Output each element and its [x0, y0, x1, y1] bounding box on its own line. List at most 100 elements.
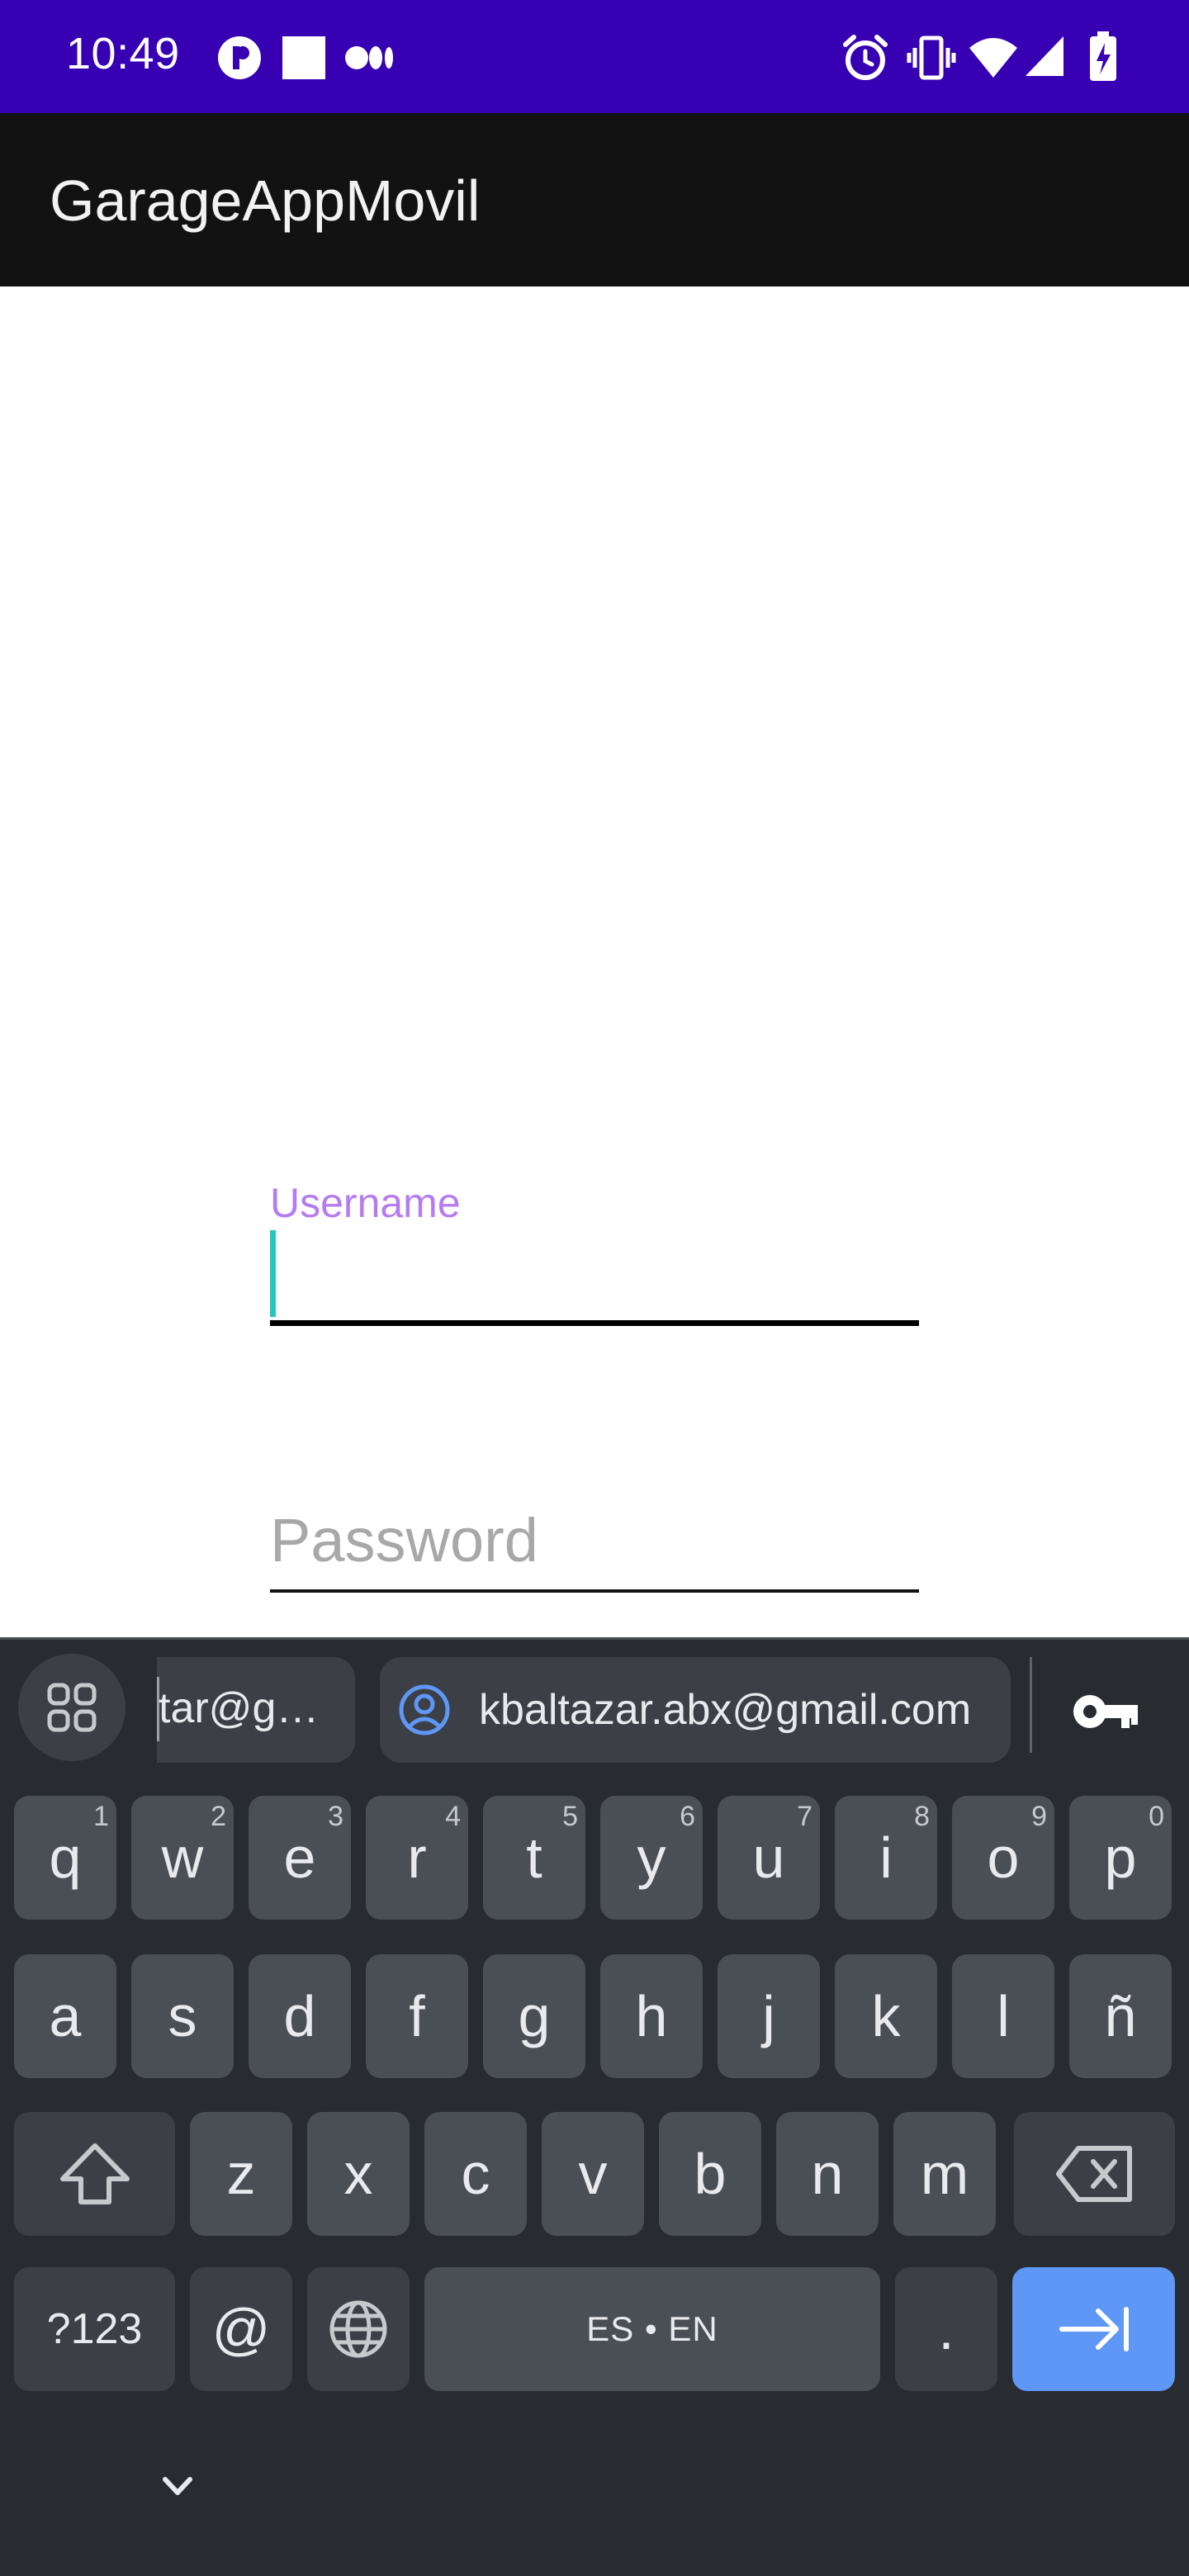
- signal-icon: [1026, 36, 1063, 76]
- backspace-icon: [1055, 2146, 1132, 2202]
- next-key[interactable]: [1012, 2267, 1175, 2391]
- key-q[interactable]: 1q: [14, 1796, 116, 1920]
- shift-icon: [59, 2143, 130, 2204]
- key-s[interactable]: s: [131, 1954, 234, 2078]
- period-key[interactable]: .: [895, 2267, 997, 2391]
- key-label: c: [461, 2142, 490, 2206]
- key-i[interactable]: 8i: [835, 1796, 937, 1920]
- at-key-label: @: [211, 2297, 271, 2361]
- key-label: l: [997, 1984, 1010, 2048]
- username-input[interactable]: [281, 1230, 917, 1317]
- language-key[interactable]: [307, 2267, 410, 2391]
- key-hint: 6: [680, 1801, 695, 1832]
- key-j[interactable]: j: [718, 1954, 820, 2078]
- chevron-down-icon: [163, 2477, 192, 2495]
- key-label: t: [526, 1825, 542, 1890]
- key-label: d: [283, 1984, 316, 2048]
- key-hint: 5: [562, 1801, 578, 1832]
- key-m[interactable]: m: [893, 2112, 996, 2236]
- key-w[interactable]: 2w: [131, 1796, 234, 1920]
- key-label: u: [752, 1825, 785, 1890]
- key-label: o: [987, 1825, 1020, 1890]
- status-time: 10:49: [66, 29, 180, 78]
- apps-grid-button[interactable]: [18, 1654, 126, 1761]
- key-ñ[interactable]: ñ: [1069, 1954, 1172, 2078]
- password-key-icon: [1073, 1695, 1138, 1728]
- key-label: e: [283, 1825, 316, 1890]
- keyboard-border: [0, 1637, 1189, 1640]
- text-cursor: [270, 1230, 276, 1317]
- keyboard: tar@g… kbaltazar.abx@gmail.com 1q2w3e4r5…: [0, 1637, 1189, 2576]
- key-hint: 9: [1031, 1801, 1047, 1832]
- square-notification-icon: [282, 36, 325, 79]
- symbols-key-label: ?123: [46, 2305, 143, 2353]
- key-k[interactable]: k: [835, 1954, 937, 2078]
- key-label: z: [226, 2142, 256, 2206]
- backspace-key[interactable]: [1014, 2112, 1175, 2236]
- key-r[interactable]: 4r: [366, 1796, 468, 1920]
- key-label: j: [762, 1984, 775, 2048]
- apps-grid-icon: [47, 1683, 97, 1732]
- at-key[interactable]: @: [190, 2267, 292, 2391]
- key-n[interactable]: n: [776, 2112, 879, 2236]
- key-label: s: [168, 1984, 197, 2048]
- key-hint: 7: [797, 1801, 812, 1832]
- key-label: r: [407, 1825, 427, 1890]
- status-bar: 10:49: [0, 0, 1189, 113]
- suggestion-partial-text: tar@g…: [159, 1684, 320, 1732]
- period-key-label: .: [938, 2297, 955, 2361]
- key-y[interactable]: 6y: [600, 1796, 703, 1920]
- key-a[interactable]: a: [14, 1954, 116, 2078]
- alarm-icon: [843, 35, 888, 80]
- key-z[interactable]: z: [190, 2112, 292, 2236]
- space-key-label: ES • EN: [586, 2309, 718, 2348]
- app-title: GarageAppMovil: [50, 168, 481, 233]
- symbols-key[interactable]: ?123: [14, 2267, 175, 2391]
- key-t[interactable]: 5t: [483, 1796, 585, 1920]
- key-b[interactable]: b: [659, 2112, 761, 2236]
- key-label: b: [694, 2142, 727, 2206]
- key-hint: 8: [914, 1801, 930, 1832]
- key-label: i: [879, 1825, 893, 1890]
- username-label: Username: [270, 1180, 461, 1226]
- key-p[interactable]: 0p: [1069, 1796, 1172, 1920]
- key-hint: 3: [328, 1801, 343, 1832]
- suggestion-chip-email[interactable]: kbaltazar.abx@gmail.com: [380, 1657, 1011, 1763]
- key-label: q: [49, 1825, 82, 1890]
- key-hint: 1: [93, 1801, 109, 1832]
- suggestion-chip-partial[interactable]: tar@g…: [157, 1657, 355, 1763]
- key-g[interactable]: g: [483, 1954, 585, 2078]
- username-underline: [270, 1320, 919, 1326]
- key-x[interactable]: x: [307, 2112, 410, 2236]
- key-label: m: [920, 2142, 969, 2206]
- hide-keyboard-button[interactable]: [149, 2463, 206, 2512]
- key-l[interactable]: l: [952, 1954, 1054, 2078]
- globe-icon: [329, 2300, 387, 2358]
- key-label: ñ: [1104, 1984, 1137, 2048]
- shift-key[interactable]: [14, 2112, 175, 2236]
- key-h[interactable]: h: [600, 1954, 703, 2078]
- password-input[interactable]: [270, 1499, 919, 1581]
- vibrate-icon: [907, 36, 956, 80]
- password-underline: [270, 1589, 919, 1593]
- key-o[interactable]: 9o: [952, 1796, 1054, 1920]
- wifi-icon: [969, 38, 1017, 78]
- key-label: x: [343, 2142, 373, 2206]
- battery-charging-icon: [1090, 31, 1116, 81]
- key-u[interactable]: 7u: [718, 1796, 820, 1920]
- next-arrow-icon: [1059, 2307, 1129, 2351]
- password-manager-button[interactable]: [1065, 1670, 1148, 1753]
- key-v[interactable]: v: [542, 2112, 644, 2236]
- key-f[interactable]: f: [366, 1954, 468, 2078]
- key-hint: 2: [211, 1801, 226, 1832]
- key-c[interactable]: c: [424, 2112, 527, 2236]
- key-hint: 4: [445, 1801, 461, 1832]
- key-label: f: [409, 1984, 425, 2048]
- space-key[interactable]: ES • EN: [424, 2267, 880, 2391]
- key-d[interactable]: d: [249, 1954, 351, 2078]
- key-e[interactable]: 3e: [249, 1796, 351, 1920]
- media-notification-icon: [345, 46, 393, 69]
- key-label: v: [578, 2142, 608, 2206]
- key-label: p: [1104, 1825, 1137, 1890]
- app-bar: GarageAppMovil: [0, 113, 1189, 286]
